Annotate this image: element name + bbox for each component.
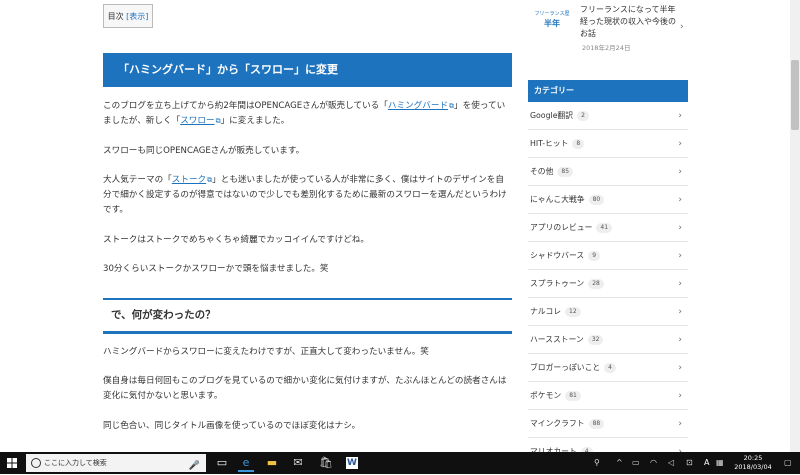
cortana-icon bbox=[31, 458, 41, 468]
battery-icon[interactable]: ▭ bbox=[632, 452, 640, 474]
toc-toggle-link[interactable]: [表示] bbox=[126, 12, 148, 21]
toc-label: 目次 bbox=[107, 12, 124, 21]
people-icon[interactable]: ⚲ bbox=[594, 452, 600, 474]
chevron-right-icon: › bbox=[678, 111, 682, 121]
category-count-badge: 88 bbox=[588, 419, 605, 429]
paragraph-1: このブログを立ち上げてから約2年間はOPENCAGEさんが販売している「ハミング… bbox=[103, 101, 506, 126]
category-item[interactable]: その他 85 › bbox=[528, 158, 688, 186]
microphone-icon[interactable]: 🎤 bbox=[189, 457, 200, 475]
chevron-right-icon: › bbox=[678, 279, 682, 289]
category-count-badge: 80 bbox=[588, 195, 605, 205]
category-item[interactable]: にゃんこ大戦争 80 › bbox=[528, 186, 688, 214]
category-name: Google翻訳 bbox=[530, 111, 574, 120]
scrollbar-thumb[interactable] bbox=[791, 60, 799, 130]
chevron-right-icon: › bbox=[678, 195, 682, 205]
paragraph-7: 僕自身は毎日何回もこのブログを見ているので細かい変化に気付けますが、たぶんほとん… bbox=[103, 376, 507, 401]
chevron-right-icon: › bbox=[678, 307, 682, 317]
category-name: ハースストーン bbox=[530, 335, 584, 344]
category-count-badge: 32 bbox=[587, 335, 604, 345]
category-count-badge: 41 bbox=[596, 223, 613, 233]
recent-post-card[interactable]: フリーランス歴 半年 フリーランスになって半年経った現状の収入や今後のお話 20… bbox=[528, 0, 688, 60]
category-item[interactable]: ハースストーン 32 › bbox=[528, 326, 688, 354]
category-name: にゃんこ大戦争 bbox=[530, 195, 585, 204]
category-item[interactable]: アプリのレビュー 41 › bbox=[528, 214, 688, 242]
category-item[interactable]: ナルコレ 12 › bbox=[528, 298, 688, 326]
category-name: ナルコレ bbox=[530, 307, 562, 316]
paragraph-5: 30分くらいストークかスワローかで頭を悩ませました。笑 bbox=[103, 264, 329, 274]
taskbar: ここに入力して検索 🎤 ▭ e ▬ ✉ 🛍 W ⚲ ^ ▭ ◠ ◁ ⊡ A ▦ … bbox=[0, 452, 800, 474]
taskbar-clock[interactable]: 20:25 2018/03/04 bbox=[728, 454, 778, 472]
notifications-icon[interactable]: ▢ bbox=[784, 452, 792, 474]
category-name: シャドウバース bbox=[530, 251, 585, 260]
category-item[interactable]: マインクラフト 88 › bbox=[528, 410, 688, 438]
category-name: スプラトゥーン bbox=[530, 279, 585, 288]
paragraph-3: 大人気テーマの「ストーク⧉」とも迷いましたが使っている人が非常に多く、僕はサイト… bbox=[103, 175, 507, 215]
chevron-right-icon: › bbox=[678, 139, 682, 149]
start-button[interactable] bbox=[0, 452, 24, 474]
table-of-contents: 目次 [表示] bbox=[103, 4, 153, 28]
category-name: ブロガーっぽいこと bbox=[530, 363, 601, 372]
category-item[interactable]: ブロガーっぽいこと 4 › bbox=[528, 354, 688, 382]
windows-logo-icon bbox=[7, 458, 17, 468]
categories-heading: カテゴリー bbox=[528, 80, 688, 102]
chevron-right-icon: › bbox=[680, 22, 684, 32]
word-icon[interactable]: W bbox=[346, 457, 358, 469]
chevron-right-icon: › bbox=[678, 251, 682, 261]
chevron-right-icon: › bbox=[678, 419, 682, 429]
category-item[interactable]: シャドウバース 9 › bbox=[528, 242, 688, 270]
chevron-right-icon: › bbox=[678, 363, 682, 373]
chevron-right-icon: › bbox=[678, 167, 682, 177]
category-list: Google翻訳 2 › HIT-ヒット 8 › その他 85 › にゃんこ大戦争 80 › アプリのレ… bbox=[528, 102, 688, 466]
subsection-heading: で、何が変わったの？ bbox=[103, 298, 512, 334]
paragraph-8: 同じ色合い、同じタイトル画像を使っているのでほぼ変化はナシ。 bbox=[103, 421, 361, 431]
keyboard-icon[interactable]: ▦ bbox=[716, 452, 724, 474]
ime-indicator[interactable]: A bbox=[704, 452, 709, 474]
volume-icon[interactable]: ◁ bbox=[668, 452, 674, 474]
store-icon[interactable]: 🛍 bbox=[318, 455, 334, 471]
chevron-right-icon: › bbox=[678, 335, 682, 345]
task-view-icon[interactable]: ▭ bbox=[214, 455, 230, 471]
clock-date: 2018/03/04 bbox=[734, 463, 772, 471]
category-count-badge: 9 bbox=[588, 251, 601, 261]
network-icon[interactable]: ⊡ bbox=[686, 452, 693, 474]
paragraph-4: ストークはストークでめちゃくちゃ綺麗でカッコイイんですけどね。 bbox=[103, 235, 369, 245]
stork-link[interactable]: ストーク bbox=[172, 175, 206, 185]
post-thumbnail: フリーランス歴 半年 bbox=[534, 11, 570, 28]
post-date: 2018年2月24日 bbox=[582, 44, 631, 52]
paragraph-6: ハミングバードからスワローに変えたわけですが、正直大して変わったいません。笑 bbox=[103, 347, 429, 357]
category-item[interactable]: ポケモン 81 › bbox=[528, 382, 688, 410]
category-name: HIT-ヒット bbox=[530, 139, 569, 148]
show-hidden-icons-icon[interactable]: ^ bbox=[616, 452, 623, 474]
search-placeholder: ここに入力して検索 bbox=[44, 459, 107, 467]
swallow-link[interactable]: スワロー bbox=[180, 116, 214, 126]
category-name: マインクラフト bbox=[530, 419, 585, 428]
post-title[interactable]: フリーランスになって半年経った現状の収入や今後のお話 bbox=[580, 4, 676, 40]
taskbar-search-box[interactable]: ここに入力して検索 🎤 bbox=[26, 454, 206, 472]
chevron-right-icon: › bbox=[678, 223, 682, 233]
category-item[interactable]: Google翻訳 2 › bbox=[528, 102, 688, 130]
clock-time: 20:25 bbox=[743, 454, 763, 462]
category-count-badge: 28 bbox=[588, 279, 604, 289]
category-name: ポケモン bbox=[530, 391, 562, 400]
category-name: アプリのレビュー bbox=[530, 223, 593, 232]
wifi-icon[interactable]: ◠ bbox=[650, 452, 657, 474]
mail-icon[interactable]: ✉ bbox=[290, 455, 306, 471]
category-count-badge: 4 bbox=[604, 363, 616, 373]
chevron-right-icon: › bbox=[678, 391, 682, 401]
category-count-badge: 12 bbox=[565, 307, 581, 317]
section-heading: 「ハミングバード」から「スワロー」に変更 bbox=[103, 53, 512, 87]
edge-browser-icon[interactable]: e bbox=[238, 455, 254, 472]
category-item[interactable]: HIT-ヒット 8 › bbox=[528, 130, 688, 158]
category-count-badge: 8 bbox=[572, 139, 585, 149]
category-item[interactable]: スプラトゥーン 28 › bbox=[528, 270, 688, 298]
page-scrollbar[interactable] bbox=[790, 0, 800, 452]
category-name: その他 bbox=[530, 167, 554, 176]
category-count-badge: 2 bbox=[577, 111, 589, 121]
paragraph-2: スワローも同じOPENCAGEさんが販売しています。 bbox=[103, 146, 305, 156]
file-explorer-icon[interactable]: ▬ bbox=[264, 455, 280, 471]
hummingbird-link[interactable]: ハミングバード bbox=[388, 101, 448, 111]
category-count-badge: 85 bbox=[557, 167, 574, 177]
category-count-badge: 81 bbox=[565, 391, 581, 401]
